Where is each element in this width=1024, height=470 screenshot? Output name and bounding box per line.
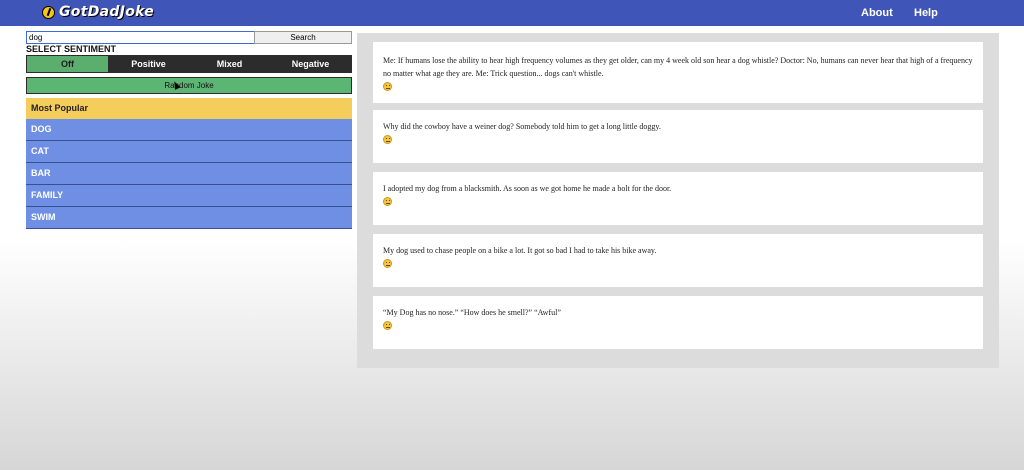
logo-icon (42, 5, 55, 19)
category-item-cat[interactable]: CAT (26, 141, 352, 163)
sentiment-selector: Off Positive Mixed Negative (26, 55, 352, 73)
sentiment-option-positive[interactable]: Positive (108, 56, 189, 72)
joke-text: I adopted my dog from a blacksmith. As s… (383, 184, 672, 193)
category-most-popular[interactable]: Most Popular (26, 98, 352, 119)
search-button[interactable]: Search (254, 31, 352, 44)
joke-card: “My Dog has no nose.” “How does he smell… (373, 296, 983, 349)
joke-card: I adopted my dog from a blacksmith. As s… (373, 172, 983, 225)
joke-text: Me: If humans lose the ability to hear h… (383, 56, 973, 78)
neutral-face-icon (383, 82, 392, 91)
jokes-panel: Me: If humans lose the ability to hear h… (357, 33, 999, 368)
neutral-face-icon (383, 135, 392, 144)
joke-card: Me: If humans lose the ability to hear h… (373, 42, 983, 103)
sentiment-option-mixed[interactable]: Mixed (189, 56, 270, 72)
top-navbar: GotDadJoke About Help (0, 0, 1024, 26)
nav-help-link[interactable]: Help (914, 7, 938, 19)
category-item-bar[interactable]: BAR (26, 163, 352, 185)
category-item-dog[interactable]: DOG (26, 119, 352, 141)
category-list: Most Popular DOG CAT BAR FAMILY SWIM (26, 98, 352, 229)
nav-about-link[interactable]: About (861, 7, 893, 19)
neutral-face-icon (383, 197, 392, 206)
joke-text: Why did the cowboy have a weiner dog? So… (383, 122, 661, 131)
logo[interactable]: GotDadJoke (42, 4, 154, 20)
sentiment-option-negative[interactable]: Negative (270, 56, 351, 72)
logo-text: GotDadJoke (59, 4, 155, 20)
search-input[interactable] (26, 31, 258, 44)
random-joke-button[interactable]: Random Joke (26, 77, 352, 94)
joke-card: My dog used to chase people on a bike a … (373, 234, 983, 287)
neutral-face-icon (383, 321, 392, 330)
sentiment-title: SELECT SENTIMENT (26, 44, 117, 54)
category-item-family[interactable]: FAMILY (26, 185, 352, 207)
joke-text: “My Dog has no nose.” “How does he smell… (383, 308, 561, 317)
joke-card: Why did the cowboy have a weiner dog? So… (373, 110, 983, 163)
joke-text: My dog used to chase people on a bike a … (383, 246, 657, 255)
sentiment-option-off[interactable]: Off (27, 56, 108, 72)
category-item-swim[interactable]: SWIM (26, 207, 352, 229)
neutral-face-icon (383, 259, 392, 268)
